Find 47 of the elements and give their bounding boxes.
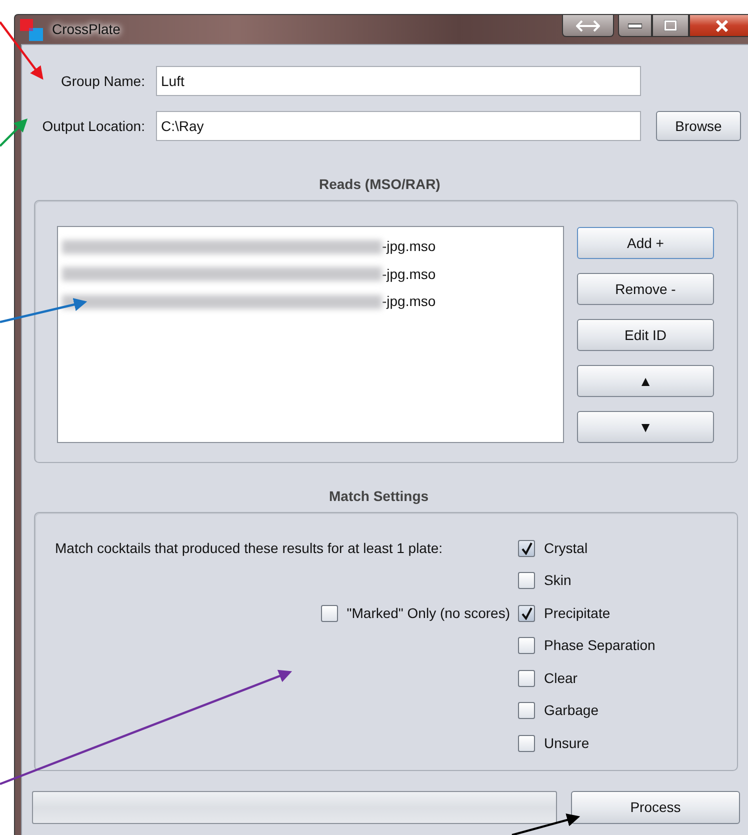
checkbox-label: Phase Separation <box>544 636 656 656</box>
reads-section-title: Reads (MSO/RAR) <box>319 175 440 194</box>
checkbox-label: "Marked" Only (no scores) <box>346 604 510 623</box>
file-name[interactable]: -jpg.mso <box>382 291 436 312</box>
checkbox-label: Skin <box>544 571 572 590</box>
checkbox[interactable] <box>320 604 338 622</box>
minimize-button[interactable] <box>618 15 652 37</box>
close-icon <box>715 20 729 32</box>
checkbox[interactable] <box>518 670 535 687</box>
file-list[interactable]: -jpg.mso -jpg.mso -jpg.mso <box>57 226 564 443</box>
move-up-button[interactable]: ▲ <box>577 365 714 397</box>
resize-button[interactable] <box>562 15 614 37</box>
checkbox[interactable] <box>518 637 535 654</box>
remove-button[interactable]: Remove - <box>577 273 714 305</box>
checkbox[interactable] <box>518 702 535 720</box>
minimize-icon <box>628 22 642 28</box>
checkbox-label: Precipitate <box>544 604 610 623</box>
annotation-arrow <box>0 118 28 147</box>
output-location-field[interactable]: C:\Ray <box>156 111 641 141</box>
double-arrow-icon <box>576 20 600 32</box>
group-name-label: Group Name: <box>60 72 145 91</box>
checkbox-label: Unsure <box>544 734 590 753</box>
annotation-arrow <box>0 21 44 80</box>
checkbox[interactable] <box>518 734 535 752</box>
file-name[interactable]: -jpg.mso <box>382 264 436 285</box>
checkbox-label: Clear <box>544 668 578 688</box>
window-title: CrossPlate <box>52 20 120 39</box>
checkbox-label: Garbage <box>544 701 598 720</box>
browse-button[interactable]: Browse <box>656 111 741 141</box>
edit-id-button[interactable]: Edit ID <box>577 319 714 351</box>
checkbox[interactable] <box>518 572 535 590</box>
checkbox-label: Crystal <box>544 538 588 558</box>
maximize-button[interactable] <box>652 15 689 37</box>
checkbox[interactable] <box>518 540 535 557</box>
maximize-icon <box>664 20 677 31</box>
match-settings-title: Match Settings <box>329 487 429 506</box>
annotation-arrow <box>512 814 580 835</box>
file-name[interactable]: -jpg.mso <box>382 236 436 258</box>
match-prompt: Match cocktails that produced these results for at least 1 plate: <box>55 538 444 558</box>
app-logo-icon <box>20 18 44 40</box>
add-button[interactable]: Add + <box>577 227 714 259</box>
checkbox[interactable] <box>518 604 535 622</box>
process-button[interactable]: Process <box>571 791 740 824</box>
output-location-label: Output Location: <box>41 116 145 136</box>
group-name-field[interactable]: Luft <box>156 66 641 96</box>
move-down-button[interactable]: ▼ <box>577 411 714 443</box>
close-button[interactable] <box>689 15 748 37</box>
